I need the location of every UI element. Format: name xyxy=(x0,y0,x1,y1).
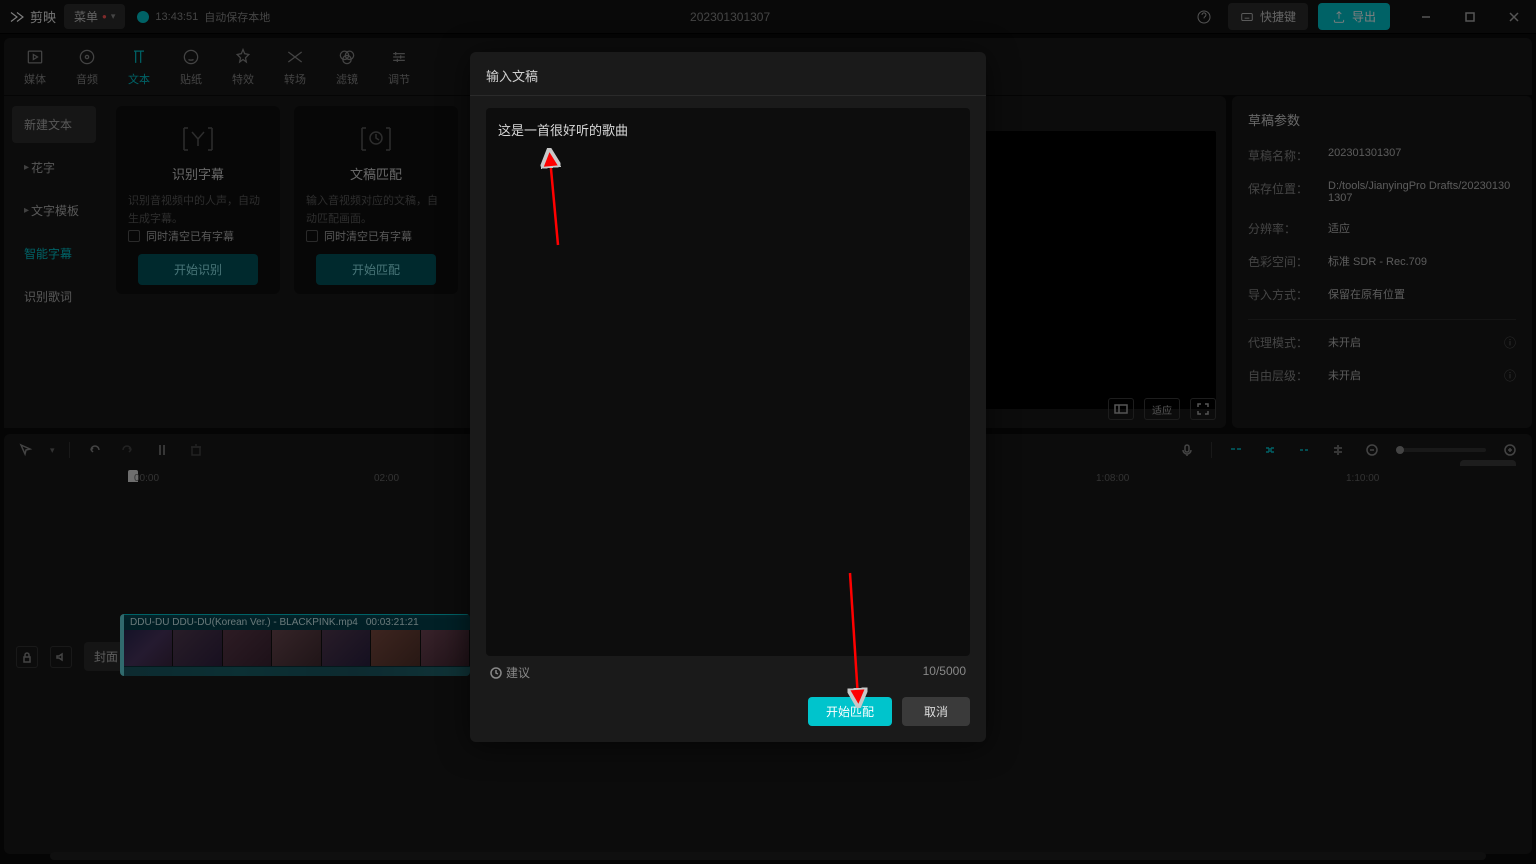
cancel-button[interactable]: 取消 xyxy=(902,697,970,726)
transcript-textarea[interactable]: 这是一首很好听的歌曲 xyxy=(486,108,970,656)
modal-footer: 开始匹配 取消 xyxy=(470,687,986,742)
modal-body: 这是一首很好听的歌曲 建议 10/5000 xyxy=(470,96,986,687)
clock-icon xyxy=(490,667,502,679)
confirm-button[interactable]: 开始匹配 xyxy=(808,697,892,726)
suggest-button[interactable]: 建议 xyxy=(490,664,530,681)
textarea-content: 这是一首很好听的歌曲 xyxy=(498,120,958,139)
suggest-label: 建议 xyxy=(506,664,530,681)
textarea-footer: 建议 10/5000 xyxy=(486,656,970,681)
transcript-input-modal: 输入文稿 这是一首很好听的歌曲 建议 10/5000 开始匹配 取消 xyxy=(470,52,986,742)
modal-title: 输入文稿 xyxy=(470,52,986,96)
char-counter: 10/5000 xyxy=(923,664,966,681)
